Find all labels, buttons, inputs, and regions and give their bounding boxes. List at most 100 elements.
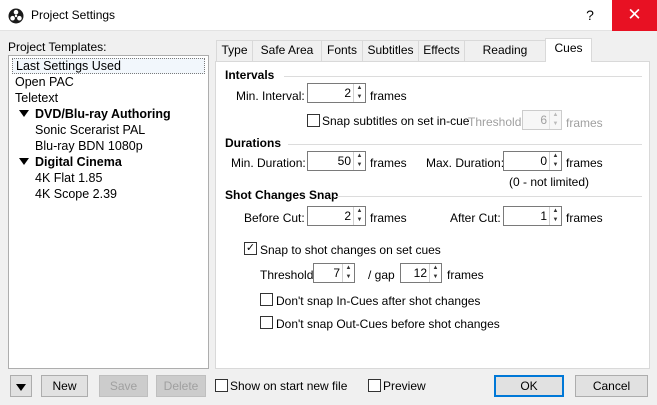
gap-unit: frames	[447, 268, 484, 282]
before-cut-spinbox[interactable]: 2 ▲ ▼	[307, 206, 366, 226]
no-snap-in-cues-checkbox[interactable]	[260, 293, 273, 306]
tab-subtitles[interactable]: Subtitles	[362, 40, 419, 61]
spin-value: 2	[344, 86, 351, 100]
min-duration-unit: frames	[370, 156, 407, 170]
spin-up-icon[interactable]: ▲	[550, 111, 561, 120]
snap-shot-changes-checkbox[interactable]: ✓	[244, 242, 257, 255]
snap-in-cue-checkbox[interactable]	[307, 114, 320, 127]
new-button[interactable]: New	[41, 375, 88, 397]
spin-value: 7	[333, 266, 340, 280]
before-cut-label: Before Cut:	[244, 211, 305, 225]
spin-down-icon[interactable]: ▼	[354, 216, 365, 225]
after-cut-spinbox[interactable]: 1 ▲ ▼	[503, 206, 562, 226]
spin-arrows[interactable]: ▲ ▼	[353, 152, 365, 170]
shot-threshold-label: Threshold:	[260, 268, 317, 282]
spin-up-icon[interactable]: ▲	[354, 207, 365, 216]
spin-arrows[interactable]: ▲ ▼	[342, 264, 354, 282]
template-group-label: DVD/Blu-ray Authoring	[35, 107, 171, 121]
template-item-open-pac[interactable]: Open PAC	[15, 74, 74, 90]
template-item-4k-flat[interactable]: 4K Flat 1.85	[35, 170, 102, 186]
spin-down-icon[interactable]: ▼	[354, 161, 365, 170]
template-item-sonic-scerarist[interactable]: Sonic Scerarist PAL	[35, 122, 145, 138]
divider	[284, 76, 642, 77]
no-snap-in-cues-label: Don't snap In-Cues after shot changes	[276, 294, 481, 308]
dropdown-arrow-icon	[16, 384, 26, 391]
spin-up-icon[interactable]: ▲	[354, 84, 365, 93]
template-group-digital-cinema[interactable]: Digital Cinema	[15, 154, 122, 170]
templates-menu-button[interactable]	[10, 375, 32, 397]
spin-arrows[interactable]: ▲ ▼	[549, 111, 561, 129]
window-title: Project Settings	[31, 8, 116, 22]
after-cut-label: After Cut:	[450, 211, 501, 225]
spin-down-icon[interactable]: ▼	[343, 273, 354, 282]
tab-safe-area[interactable]: Safe Area	[252, 40, 322, 61]
tab-cues[interactable]: Cues	[545, 38, 592, 62]
gap-spinbox[interactable]: 12 ▲ ▼	[400, 263, 442, 283]
spin-arrows[interactable]: ▲ ▼	[549, 152, 561, 170]
spin-up-icon[interactable]: ▲	[343, 264, 354, 273]
template-item-bluray-bdn[interactable]: Blu-ray BDN 1080p	[35, 138, 143, 154]
before-cut-unit: frames	[370, 211, 407, 225]
spin-down-icon[interactable]: ▼	[550, 120, 561, 129]
min-interval-spinbox[interactable]: 2 ▲ ▼	[307, 83, 366, 103]
threshold-unit: frames	[566, 116, 603, 130]
templates-label: Project Templates:	[8, 40, 107, 54]
spin-up-icon[interactable]: ▲	[430, 264, 441, 273]
after-cut-unit: frames	[566, 211, 603, 225]
close-button[interactable]: ✕	[612, 0, 657, 31]
divider	[288, 144, 642, 145]
save-button[interactable]: Save	[99, 375, 148, 397]
tab-type[interactable]: Type	[216, 40, 253, 61]
spin-value: 50	[337, 154, 351, 168]
expand-arrow-icon[interactable]	[19, 110, 29, 117]
threshold-label: Threshold:	[468, 115, 525, 129]
cancel-button[interactable]: Cancel	[575, 375, 648, 397]
no-snap-out-cues-checkbox[interactable]	[260, 316, 273, 329]
help-button[interactable]: ?	[568, 0, 612, 31]
spin-arrows[interactable]: ▲ ▼	[353, 207, 365, 225]
spin-value: 1	[540, 209, 547, 223]
show-on-start-checkbox[interactable]	[215, 379, 228, 392]
threshold-spinbox[interactable]: 6 ▲ ▼	[522, 110, 562, 130]
min-duration-spinbox[interactable]: 50 ▲ ▼	[307, 151, 366, 171]
tab-fonts[interactable]: Fonts	[321, 40, 363, 61]
cues-panel: Intervals Min. Interval: 2 ▲ ▼ frames Sn…	[215, 61, 650, 369]
templates-list[interactable]: Last Settings Used Open PAC Teletext DVD…	[8, 55, 209, 369]
title-bar: Project Settings ? ✕	[0, 0, 657, 31]
delete-button[interactable]: Delete	[156, 375, 206, 397]
spin-down-icon[interactable]: ▼	[550, 161, 561, 170]
gap-label: / gap	[368, 268, 395, 282]
spin-up-icon[interactable]: ▲	[550, 207, 561, 216]
spin-value: 6	[540, 113, 547, 127]
shot-threshold-spinbox[interactable]: 7 ▲ ▼	[313, 263, 355, 283]
show-on-start-label: Show on start new file	[230, 379, 348, 393]
tab-reading-speed[interactable]: Reading Speed	[464, 40, 546, 76]
spin-down-icon[interactable]: ▼	[354, 93, 365, 102]
template-item-4k-scope[interactable]: 4K Scope 2.39	[35, 186, 117, 202]
spin-arrows[interactable]: ▲ ▼	[549, 207, 561, 225]
ok-button[interactable]: OK	[494, 375, 564, 397]
max-duration-spinbox[interactable]: 0 ▲ ▼	[503, 151, 562, 171]
min-interval-unit: frames	[370, 89, 407, 103]
spin-arrows[interactable]: ▲ ▼	[353, 84, 365, 102]
template-item-last-settings[interactable]: Last Settings Used	[12, 58, 205, 74]
expand-arrow-icon[interactable]	[19, 158, 29, 165]
shot-changes-heading: Shot Changes Snap	[225, 188, 339, 202]
template-item-teletext[interactable]: Teletext	[15, 90, 58, 106]
spin-arrows[interactable]: ▲ ▼	[429, 264, 441, 282]
durations-heading: Durations	[225, 136, 282, 150]
spin-down-icon[interactable]: ▼	[550, 216, 561, 225]
spin-up-icon[interactable]: ▲	[550, 152, 561, 161]
template-group-label: Digital Cinema	[35, 155, 122, 169]
spin-down-icon[interactable]: ▼	[430, 273, 441, 282]
spin-value: 12	[413, 266, 427, 280]
tab-effects[interactable]: Effects	[418, 40, 465, 61]
template-group-dvd[interactable]: DVD/Blu-ray Authoring	[15, 106, 171, 122]
spin-up-icon[interactable]: ▲	[354, 152, 365, 161]
preview-checkbox[interactable]	[368, 379, 381, 392]
no-snap-out-cues-label: Don't snap Out-Cues before shot changes	[276, 317, 500, 331]
app-logo-icon	[8, 8, 24, 24]
snap-shot-changes-label: Snap to shot changes on set cues	[260, 243, 441, 257]
intervals-heading: Intervals	[225, 68, 275, 82]
max-duration-label: Max. Duration:	[426, 156, 505, 170]
